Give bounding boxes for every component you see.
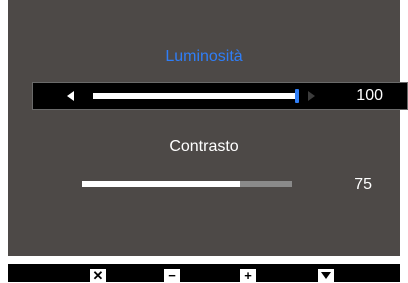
menu-title: Luminosità: [165, 48, 243, 65]
brightness-slider-track[interactable]: [93, 93, 299, 99]
contrast-label[interactable]: Contrasto: [8, 138, 400, 156]
contrast-slider-track[interactable]: [82, 181, 292, 187]
down-button[interactable]: [318, 269, 334, 282]
left-arrow-icon[interactable]: [67, 91, 74, 101]
close-button[interactable]: ✕: [90, 269, 106, 282]
brightness-slider-handle[interactable]: [295, 89, 299, 103]
osd-menu-panel: Luminosità 100 Contrasto 75: [8, 0, 408, 256]
plus-button[interactable]: +: [240, 269, 256, 282]
contrast-slider-fill: [82, 181, 240, 187]
brightness-value: 100: [356, 87, 383, 104]
right-arrow-icon[interactable]: [308, 91, 315, 101]
brightness-slider-fill: [93, 93, 299, 99]
contrast-value: 75: [354, 176, 372, 193]
brightness-slider-row[interactable]: 100: [32, 82, 408, 110]
minus-button[interactable]: −: [164, 269, 180, 282]
bottom-button-bar: ✕ − +: [8, 264, 400, 282]
chevron-down-icon: [321, 272, 331, 279]
